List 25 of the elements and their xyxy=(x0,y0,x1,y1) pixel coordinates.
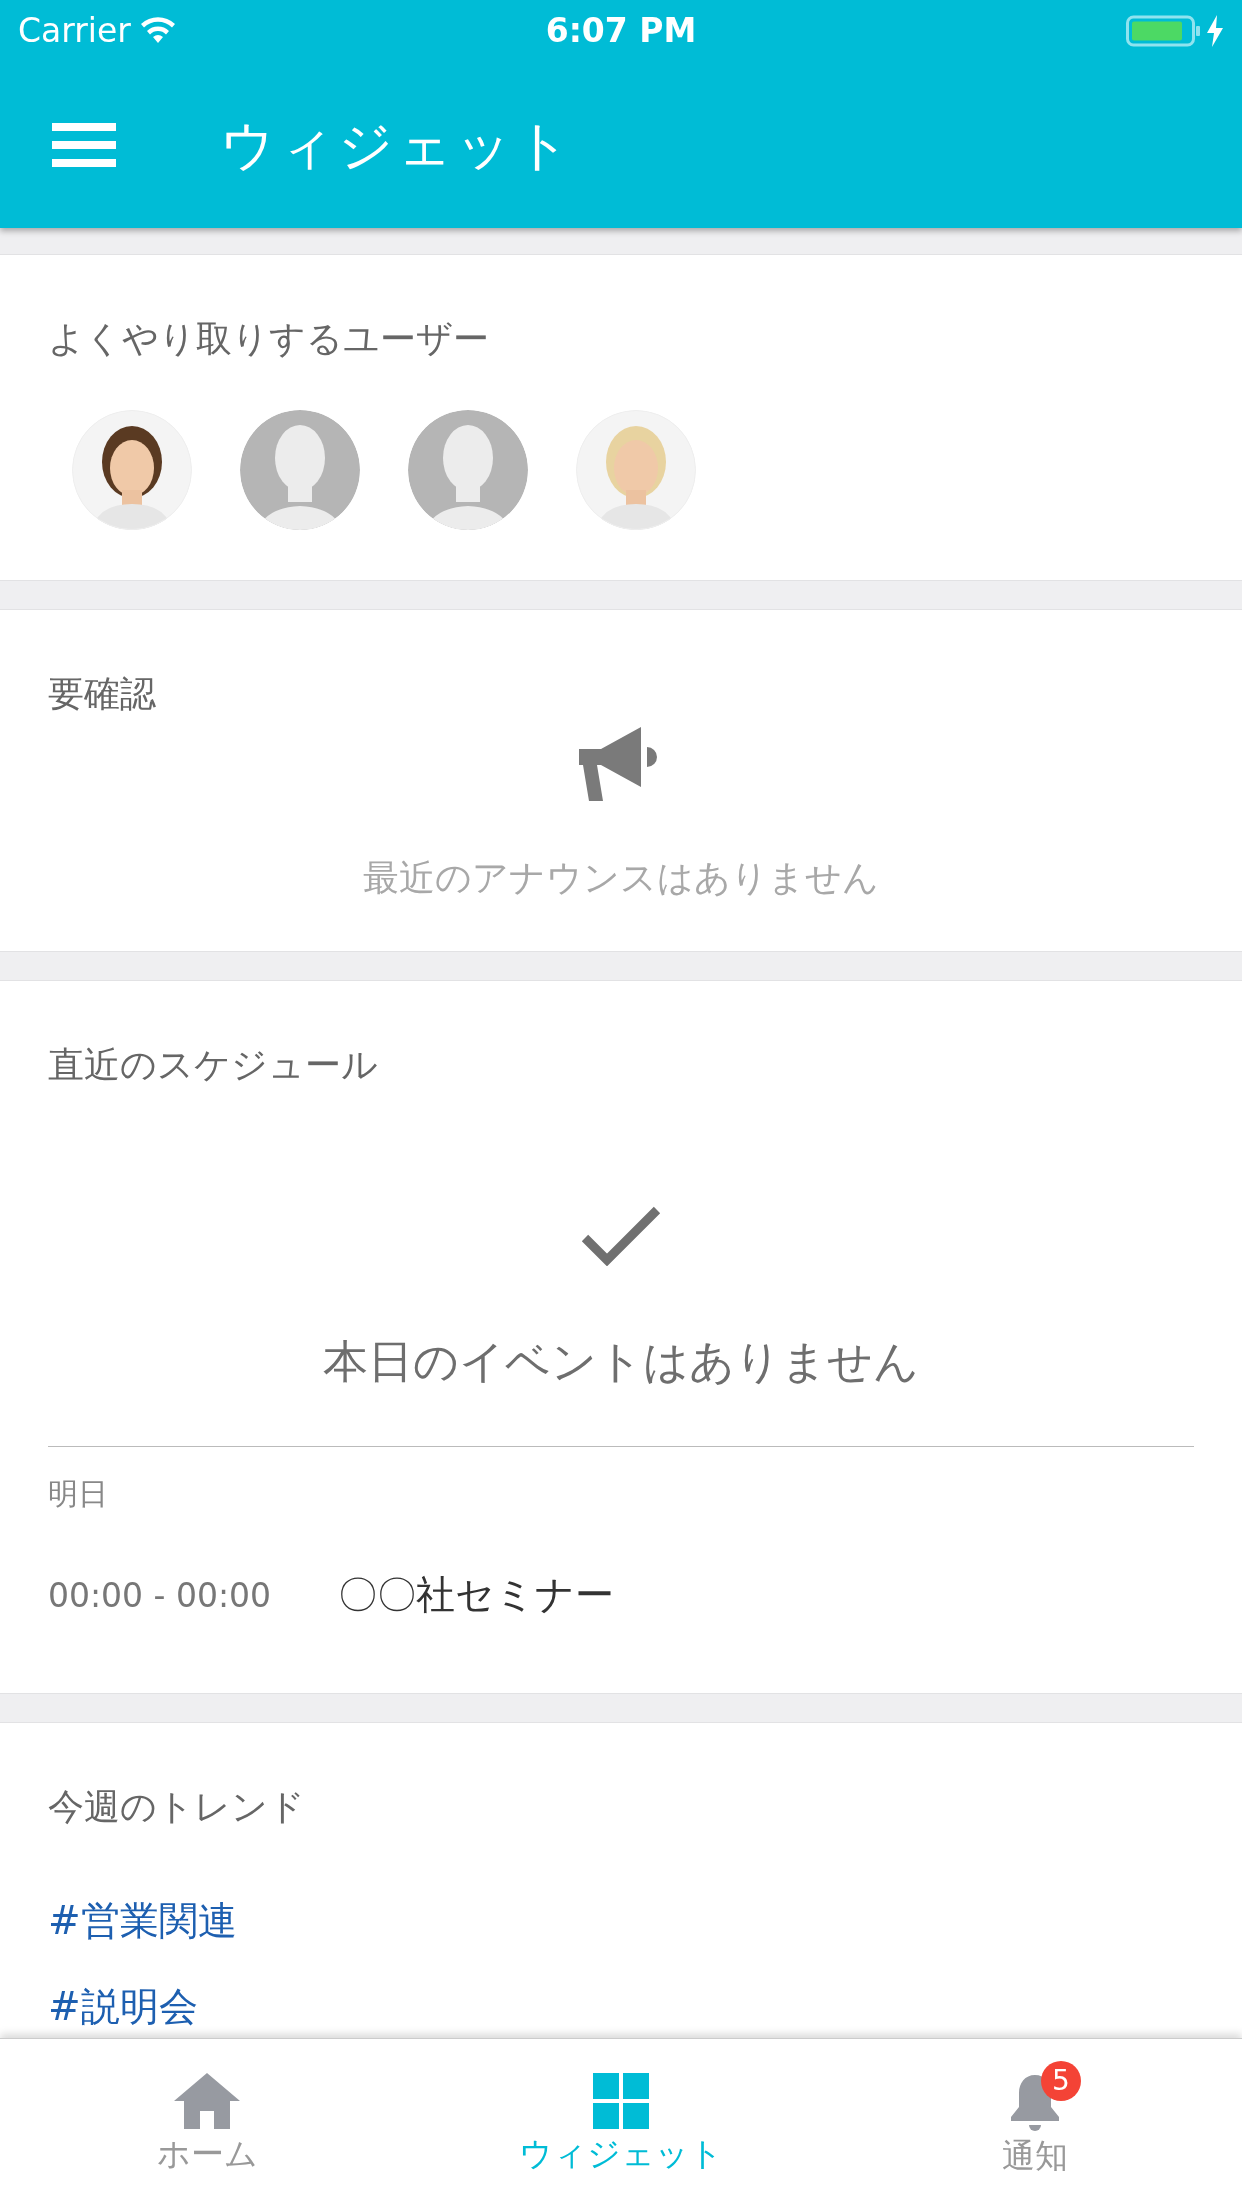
charging-icon xyxy=(1206,15,1224,47)
wifi-icon xyxy=(138,17,177,45)
status-time: 6:07 PM xyxy=(545,10,697,53)
notification-badge: 5 xyxy=(1041,2061,1081,2101)
hashtag-link[interactable]: #営業関連 xyxy=(48,1891,237,1951)
carrier-name: Carrier xyxy=(18,10,131,53)
day-label: 明日 xyxy=(48,1475,109,1514)
tab-label: 通知 xyxy=(1002,2135,1068,2177)
home-icon xyxy=(174,2073,240,2129)
page-title: ウィジェット xyxy=(220,112,574,179)
event-time: 00:00 - 00:00 xyxy=(48,1574,273,1617)
battery-icon xyxy=(1126,15,1202,47)
grid-icon xyxy=(593,2073,649,2129)
tab-label: ウィジェット xyxy=(519,2133,723,2175)
hashtag-link[interactable]: #説明会 xyxy=(48,1978,198,2037)
empty-message: 本日のイベントはありません xyxy=(323,1333,919,1390)
tab-label: ホーム xyxy=(156,2133,258,2175)
section-title: 要確認 xyxy=(48,672,157,716)
tab[interactable]: 5 通知 xyxy=(828,2039,1242,2208)
section-title: よくやり取りするユーザー xyxy=(48,317,490,361)
menu-icon[interactable] xyxy=(52,121,116,169)
section-title: 今週のトレンド xyxy=(48,1784,306,1828)
empty-message: 最近のアナウンスはありません xyxy=(363,856,879,901)
section-title: 直近のスケジュール xyxy=(48,1043,379,1087)
event-title[interactable]: 〇〇社セミナー xyxy=(338,1566,614,1625)
